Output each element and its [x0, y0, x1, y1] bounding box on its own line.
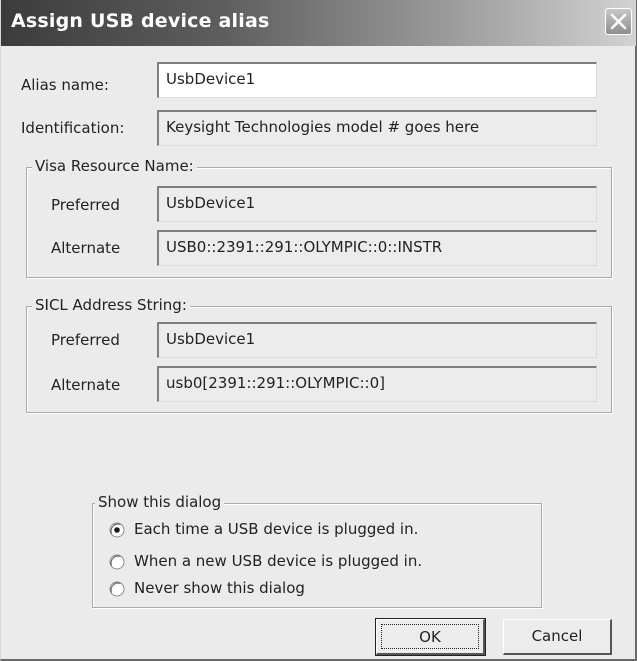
sicl-address-string-legend: SICL Address String:: [32, 296, 190, 314]
visa-preferred-field: UsbDevice1: [157, 186, 597, 222]
ok-button[interactable]: OK: [375, 618, 486, 656]
window-title: Assign USB device alias: [11, 10, 270, 32]
identification-label: Identification:: [21, 119, 125, 137]
sicl-preferred-label: Preferred: [51, 331, 120, 349]
show-dialog-legend: Show this dialog: [95, 493, 225, 511]
radio-label-each-time: Each time a USB device is plugged in.: [134, 520, 419, 538]
radio-label-never: Never show this dialog: [134, 579, 305, 597]
close-icon: [610, 13, 627, 30]
show-dialog-group: Show this dialog Each time a USB device …: [92, 493, 542, 608]
alias-name-label: Alias name:: [21, 76, 109, 94]
cancel-button[interactable]: Cancel: [503, 619, 612, 655]
identification-field: Keysight Technologies model # goes here: [157, 110, 597, 146]
assign-usb-alias-dialog: Assign USB device alias Alias name: UsbD…: [0, 0, 637, 661]
title-bar[interactable]: Assign USB device alias: [1, 0, 636, 46]
visa-alternate-label: Alternate: [51, 239, 121, 257]
visa-resource-name-legend: Visa Resource Name:: [32, 157, 197, 175]
ok-button-label: OK: [381, 624, 479, 649]
radio-label-new-device: When a new USB device is plugged in.: [134, 552, 423, 570]
sicl-preferred-field: UsbDevice1: [157, 322, 597, 358]
radio-unselected-icon[interactable]: [109, 581, 125, 597]
visa-alternate-field: USB0::2391::291::OLYMPIC::0::INSTR: [157, 230, 597, 266]
alias-name-input[interactable]: UsbDevice1: [157, 62, 597, 98]
close-button[interactable]: [605, 8, 632, 35]
radio-unselected-icon[interactable]: [109, 554, 125, 570]
sicl-alternate-field: usb0[2391::291::OLYMPIC::0]: [157, 366, 597, 402]
radio-selected-icon[interactable]: [109, 522, 125, 538]
visa-preferred-label: Preferred: [51, 196, 120, 214]
sicl-alternate-label: Alternate: [51, 376, 121, 394]
